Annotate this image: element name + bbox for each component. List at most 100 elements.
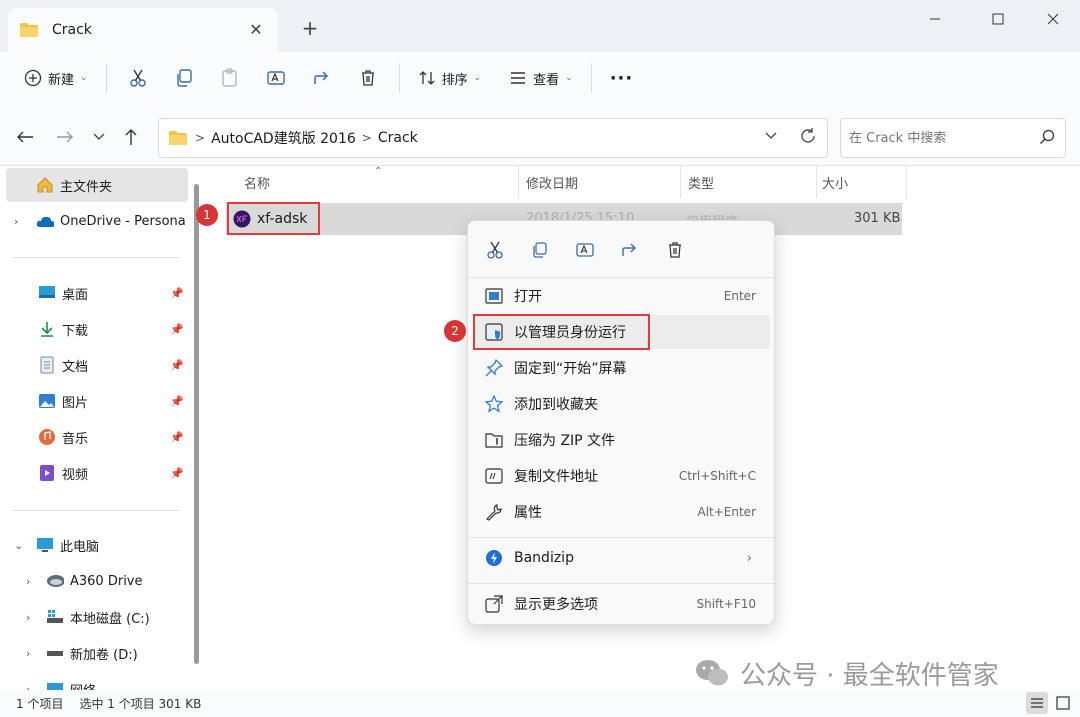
show-more-icon [484,594,504,614]
step-badge-1: 1 [196,204,218,226]
toolbar-divider [398,63,400,93]
sidebar-item-videos[interactable]: 视频 📌 [6,456,188,490]
cut-button[interactable] [123,63,153,93]
menu-item-compress-zip[interactable]: 压缩为 ZIP 文件 [474,423,770,457]
trash-icon[interactable] [660,235,690,265]
sidebar-item-onedrive[interactable]: › OneDrive - Persona [6,204,188,238]
menu-shortcut: Ctrl+Shift+C [678,469,756,483]
tiles-view-button[interactable] [1052,692,1074,714]
file-name-cell[interactable]: xf-adsk [227,202,320,235]
column-divider[interactable] [816,166,817,198]
menu-item-properties[interactable]: 属性 Alt+Enter [474,495,770,529]
column-header-name[interactable]: 名称 [244,166,270,198]
sidebar-item-label: 网络 [70,680,96,691]
delete-button[interactable] [353,63,383,93]
more-button[interactable]: ··· [602,60,642,96]
menu-item-add-favorites[interactable]: 添加到收藏夹 [474,387,770,421]
column-header-size[interactable]: 大小 [822,166,848,198]
trash-icon [361,70,374,86]
sidebar-item-network[interactable]: › 网络 [6,672,188,690]
column-header-type[interactable]: 类型 [688,166,714,198]
new-tab-button[interactable]: + [298,16,322,40]
column-header-modified[interactable]: 修改日期 [526,166,578,198]
rename-button[interactable] [261,63,291,93]
pin-icon[interactable]: 📌 [170,323,184,336]
address-dropdown-icon[interactable] [765,129,777,143]
close-tab-icon[interactable]: ✕ [246,20,266,40]
sidebar-item-desktop[interactable]: 桌面 📌 [6,276,188,310]
sort-button[interactable]: 排序 ⌄ [410,60,490,96]
view-label: 查看 [533,72,560,88]
pin-icon[interactable]: 📌 [170,467,184,480]
forward-button[interactable] [54,126,76,148]
menu-item-bandizip[interactable]: Bandizip › [474,541,770,575]
pin-icon[interactable]: 📌 [170,431,184,444]
address-row: > AutoCAD建筑版 2016 > Crack [0,104,1080,166]
maximize-button[interactable] [975,6,1021,32]
sidebar-item-pictures[interactable]: 图片 📌 [6,384,188,418]
chevron-down-icon [93,133,105,140]
tab-title: Crack [52,22,92,38]
up-button[interactable] [120,126,142,148]
breadcrumb-crack[interactable]: Crack [378,130,418,146]
search-input[interactable] [849,130,1029,146]
file-name: xf-adsk [257,210,308,227]
sidebar-item-drive-c[interactable]: › 本地磁盘 (C:) [6,600,188,634]
column-divider[interactable] [906,166,907,198]
view-button[interactable]: 查看 ⌄ [501,60,581,96]
back-button[interactable] [14,126,36,148]
rename-icon[interactable] [570,235,600,265]
pin-icon [484,358,504,378]
pictures-icon [38,392,56,410]
chevron-right-icon[interactable]: › [26,611,30,624]
search-box[interactable] [840,118,1066,158]
sidebar-item-this-pc[interactable]: ⌄ 此电脑 [6,528,188,562]
cut-icon[interactable] [480,235,510,265]
close-window-button[interactable] [1030,6,1076,32]
sidebar-item-label: 主文件夹 [60,179,113,195]
menu-item-open[interactable]: 打开 Enter [474,279,770,313]
details-view-button[interactable] [1026,692,1048,714]
chevron-right-icon[interactable]: › [26,575,30,588]
sidebar-scrollbar[interactable] [194,184,199,664]
copy-button[interactable] [169,63,199,93]
share-button[interactable] [307,63,337,93]
tab-crack[interactable]: Crack ✕ [8,8,278,52]
sidebar-item-label: 下载 [62,323,89,339]
column-divider[interactable] [680,166,681,198]
navigation-pane: 主文件夹 › OneDrive - Persona 桌面 📌 下载 📌 文档 📌… [0,166,204,690]
copy-icon[interactable] [525,235,555,265]
menu-shortcut: Enter [723,289,756,303]
breadcrumb-autocad[interactable]: AutoCAD建筑版 2016 [211,128,356,148]
pin-icon[interactable]: 📌 [170,395,184,408]
toolbar-divider [590,63,592,93]
pin-icon[interactable]: 📌 [170,287,184,300]
menu-item-show-more[interactable]: 显示更多选项 Shift+F10 [474,587,770,621]
recent-locations-button[interactable] [88,126,110,148]
chevron-right-icon[interactable]: › [26,683,30,691]
wechat-logo [696,660,728,686]
minimize-button[interactable] [912,6,958,32]
share-icon[interactable] [615,235,645,265]
copy-path-icon [484,466,504,486]
menu-item-copy-path[interactable]: 复制文件地址 Ctrl+Shift+C [474,459,770,493]
sidebar-item-home[interactable]: 主文件夹 [6,168,188,202]
chevron-right-icon[interactable]: › [14,215,18,228]
chevron-down-icon[interactable]: ⌄ [14,539,23,552]
sidebar-item-music[interactable]: 音乐 📌 [6,420,188,454]
refresh-icon[interactable] [799,127,817,149]
pin-icon[interactable]: 📌 [170,359,184,372]
new-button[interactable]: 新建 ⌄ [16,60,96,96]
sidebar-item-label: 本地磁盘 (C:) [70,611,150,627]
menu-item-pin-start[interactable]: 固定到“开始”屏幕 [474,351,770,385]
sidebar-item-drive-d[interactable]: › 新加卷 (D:) [6,636,188,670]
address-bar[interactable]: > AutoCAD建筑版 2016 > Crack [158,118,828,158]
column-divider[interactable] [518,166,519,198]
menu-item-label: 压缩为 ZIP 文件 [514,433,616,449]
sidebar-item-downloads[interactable]: 下载 📌 [6,312,188,346]
paste-button[interactable] [215,63,245,93]
chevron-right-icon[interactable]: › [26,647,30,660]
home-icon [36,176,54,194]
sidebar-item-a360[interactable]: › A360 Drive [6,564,188,598]
sidebar-item-documents[interactable]: 文档 📌 [6,348,188,382]
